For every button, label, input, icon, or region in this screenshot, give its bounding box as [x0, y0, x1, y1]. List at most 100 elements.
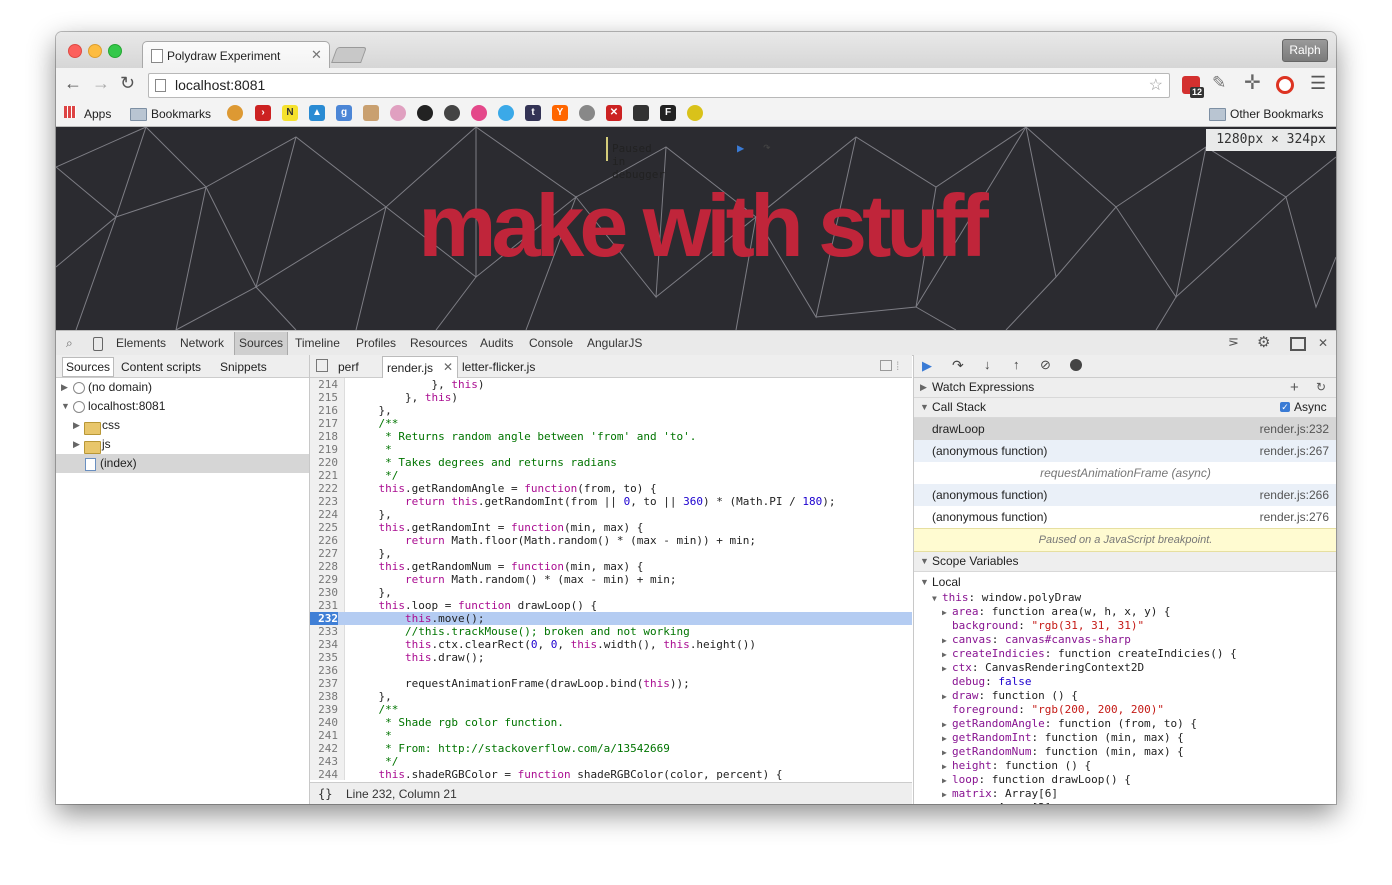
code-line[interactable]: 217 /**	[310, 417, 912, 430]
line-number[interactable]: 233	[310, 625, 338, 638]
call-frame[interactable]: (anonymous function) render.js:267	[914, 440, 1336, 462]
code-line[interactable]: 240 * Shade rgb color function.	[310, 716, 912, 729]
line-number[interactable]: 220	[310, 456, 338, 469]
deactivate-breakpoints-icon[interactable]: ⊘	[1040, 357, 1051, 373]
code-line[interactable]: 229 return Math.random() * (max - min) +…	[310, 573, 912, 586]
scope-property[interactable]: foreground: "rgb(200, 200, 200)"	[942, 703, 1164, 717]
line-number[interactable]: 218	[310, 430, 338, 443]
scope-property[interactable]: ▶ height: function () {	[942, 759, 1091, 774]
pause-on-exceptions-icon[interactable]	[1070, 359, 1082, 371]
tree-item-no-domain[interactable]: ▶ (no domain)	[56, 378, 309, 397]
tab-audits[interactable]: Audits	[480, 336, 513, 350]
dock-icon[interactable]	[1290, 337, 1306, 351]
collapse-icon[interactable]: ▼	[920, 573, 929, 591]
editor-tab-letter-flicker[interactable]: letter-flicker.js	[462, 360, 535, 374]
editor-tab-render[interactable]: render.js ✕	[382, 356, 458, 378]
expand-icon[interactable]: ▶	[942, 606, 952, 620]
toggle-navigator-icon[interactable]	[316, 359, 328, 372]
code-line[interactable]: 214 }, this)	[310, 378, 912, 391]
code-line[interactable]: 227 },	[310, 547, 912, 560]
editor-tab-perf[interactable]: perf	[338, 360, 359, 374]
async-checkbox[interactable]: ✓	[1280, 402, 1290, 412]
line-number[interactable]: 227	[310, 547, 338, 560]
expand-icon[interactable]: ▶	[61, 378, 68, 397]
line-number[interactable]: 234	[310, 638, 338, 651]
menu-icon[interactable]: ☰	[1310, 73, 1326, 94]
reload-icon[interactable]: ↻	[120, 73, 135, 94]
tree-item-localhost[interactable]: ▼ localhost:8081	[56, 397, 309, 416]
expand-icon[interactable]: ▶	[942, 732, 952, 746]
other-bookmarks-folder[interactable]: Other Bookmarks	[1230, 107, 1323, 121]
code-line[interactable]: 225 this.getRandomInt = function(min, ma…	[310, 521, 912, 534]
search-icon[interactable]: ⌕	[66, 336, 73, 351]
close-tab-icon[interactable]: ✕	[311, 47, 322, 63]
call-frame[interactable]: (anonymous function) render.js:266	[914, 484, 1336, 506]
nav-tab-sources[interactable]: Sources	[62, 357, 115, 377]
frame-location[interactable]: render.js:232	[1260, 418, 1329, 440]
expand-icon[interactable]: ▶	[942, 718, 952, 732]
scope-property[interactable]: ▶ ctx: CanvasRenderingContext2D	[942, 661, 1144, 676]
drive-icon[interactable]: ▲	[309, 105, 325, 121]
code-line[interactable]: 241 *	[310, 729, 912, 742]
line-number[interactable]: 222	[310, 482, 338, 495]
expand-icon[interactable]: ▶	[73, 416, 80, 435]
bookmark-icon-9[interactable]	[444, 105, 460, 121]
toggle-debugger-icon[interactable]	[880, 360, 892, 371]
scope-property[interactable]: ▶mouse: Array[2]	[942, 801, 1051, 804]
line-number[interactable]: 241	[310, 729, 338, 742]
code-line-current[interactable]: 232 this.move();	[310, 612, 912, 625]
line-number[interactable]: 231	[310, 599, 338, 612]
scope-property[interactable]: ▼ this: window.polyDraw	[932, 591, 1081, 606]
bookmark-icon-1[interactable]	[227, 105, 243, 121]
expand-icon[interactable]: ▶	[920, 378, 927, 397]
scope-property[interactable]: ▶ loop: function drawLoop() {	[942, 773, 1131, 788]
collapse-icon[interactable]: ▼	[920, 552, 929, 571]
code-line[interactable]: 243 */	[310, 755, 912, 768]
code-line[interactable]: 244 this.shadeRGBColor = function shadeR…	[310, 768, 912, 780]
expand-icon[interactable]: ▶	[942, 802, 952, 804]
resume-icon[interactable]: ▶	[737, 141, 744, 155]
code-line[interactable]: 218 * Returns random angle between 'from…	[310, 430, 912, 443]
close-editor-tab-icon[interactable]: ✕	[443, 360, 453, 374]
expand-icon[interactable]: ▶	[73, 435, 80, 454]
scope-property[interactable]: ▶ draw: function () {	[942, 689, 1078, 704]
line-number[interactable]: 232	[310, 612, 338, 625]
resume-button-icon[interactable]: ▶	[922, 358, 932, 374]
settings-gear-icon[interactable]: ⚙	[1257, 333, 1270, 351]
code-line[interactable]: 234 this.ctx.clearRect(0, 0, this.width(…	[310, 638, 912, 651]
code-line[interactable]: 220 * Takes degrees and returns radians	[310, 456, 912, 469]
github-icon[interactable]	[417, 105, 433, 121]
step-out-icon[interactable]: ↑	[1013, 357, 1020, 372]
scope-property[interactable]: ▶ matrix: Array[6]	[942, 787, 1058, 802]
code-line[interactable]: 230 },	[310, 586, 912, 599]
line-number[interactable]: 238	[310, 690, 338, 703]
scope-property[interactable]: debug: false	[942, 675, 1032, 689]
apps-link[interactable]: Apps	[84, 107, 111, 121]
code-line[interactable]: 228 this.getRandomNum = function(min, ma…	[310, 560, 912, 573]
device-mode-icon[interactable]	[93, 337, 103, 351]
bookmark-icon-7[interactable]	[390, 105, 406, 121]
code-line[interactable]: 216 },	[310, 404, 912, 417]
address-bar[interactable]: localhost:8081 ☆	[148, 73, 1170, 98]
expand-icon[interactable]: ▶	[942, 774, 952, 788]
line-number[interactable]: 221	[310, 469, 338, 482]
tab-profiles[interactable]: Profiles	[356, 336, 396, 350]
code-line[interactable]: 222 this.getRandomAngle = function(from,…	[310, 482, 912, 495]
code-line[interactable]: 237 requestAnimationFrame(drawLoop.bind(…	[310, 677, 912, 690]
zoom-window-button[interactable]	[108, 44, 122, 58]
scope-property[interactable]: background: "rgb(31, 31, 31)"	[942, 619, 1144, 633]
line-number[interactable]: 225	[310, 521, 338, 534]
line-number[interactable]: 223	[310, 495, 338, 508]
scope-property[interactable]: ▶ getRandomInt: function (min, max) {	[942, 731, 1184, 746]
expand-icon[interactable]: ▶	[942, 788, 952, 802]
close-window-button[interactable]	[68, 44, 82, 58]
expand-icon[interactable]: ▶	[942, 746, 952, 760]
collapse-icon[interactable]: ▼	[920, 398, 929, 417]
dribbble-icon[interactable]	[471, 105, 487, 121]
line-number[interactable]: 242	[310, 742, 338, 755]
bookmark-icon-16[interactable]	[633, 105, 649, 121]
line-number[interactable]: 243	[310, 755, 338, 768]
call-stack-header[interactable]: ▼ Call Stack ✓ Async	[914, 398, 1336, 418]
code-line[interactable]: 221 */	[310, 469, 912, 482]
pretty-print-icon[interactable]: {}	[318, 783, 332, 804]
